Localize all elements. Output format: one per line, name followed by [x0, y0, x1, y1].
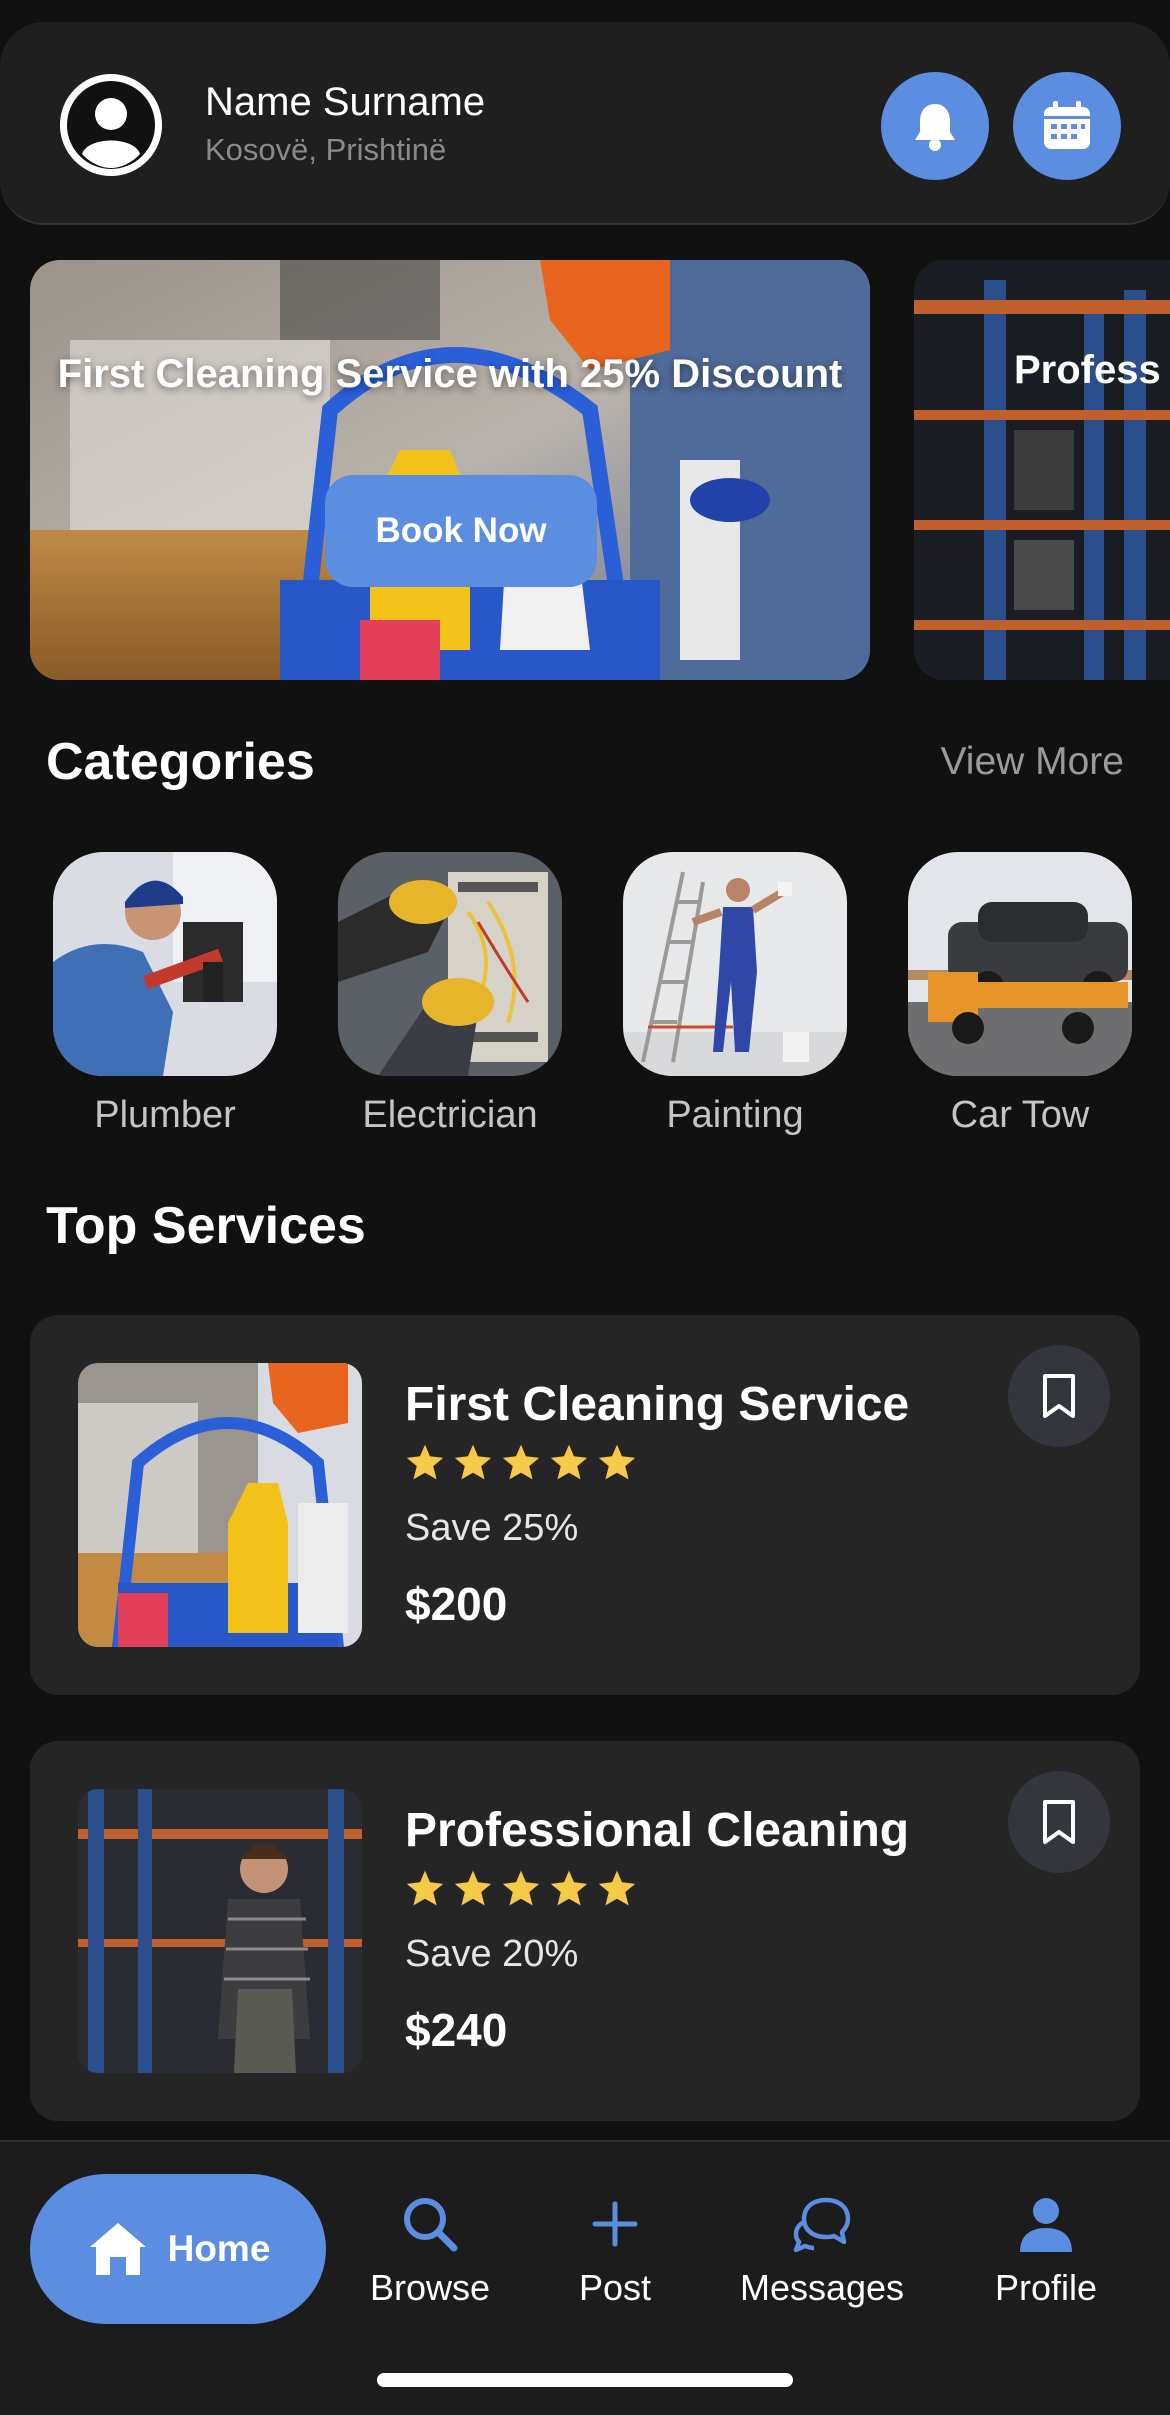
- top-services-title: Top Services: [46, 1197, 366, 1255]
- service-price: $240: [405, 2004, 508, 2056]
- star-icon: [550, 1444, 588, 1480]
- user-name: Name Surname: [205, 80, 486, 124]
- nav-messages-label: Messages: [739, 2267, 905, 2308]
- nav-home[interactable]: Home: [30, 2174, 326, 2324]
- nav-post-label: Post: [578, 2267, 652, 2308]
- category-label: Painting: [666, 1094, 804, 1136]
- user-location: Kosovë, Prishtinë: [205, 132, 447, 167]
- service-cleaning-image: [78, 1363, 362, 1647]
- bookmark-button[interactable]: [1008, 1771, 1110, 1873]
- painting-image: [623, 852, 847, 1076]
- bookmark-icon: [1043, 1374, 1075, 1418]
- service-card[interactable]: Professional Cleaning Save 20% $240: [30, 1741, 1140, 2121]
- home-indicator: [377, 2373, 793, 2387]
- plus-icon: [592, 2201, 638, 2247]
- category-label: Electrician: [362, 1094, 538, 1136]
- banner-title: First Cleaning Service with 25% Discount: [57, 352, 843, 396]
- rating-stars: [405, 1869, 637, 1907]
- category-plumber[interactable]: Plumber: [53, 852, 277, 1137]
- bookmark-button[interactable]: [1008, 1345, 1110, 1447]
- nav-browse-label: Browse: [369, 2267, 491, 2308]
- star-icon: [502, 1870, 540, 1906]
- category-painting[interactable]: Painting: [623, 852, 847, 1137]
- calendar-button[interactable]: [1013, 72, 1121, 180]
- banner-cleaning-image: [30, 260, 870, 680]
- star-icon: [454, 1444, 492, 1480]
- banner-warehouse-image: [914, 260, 1170, 680]
- nav-messages[interactable]: Messages: [732, 2194, 912, 2309]
- service-title: Professional Cleaning: [405, 1804, 910, 1857]
- notification-bell-icon: [915, 104, 955, 151]
- nav-home-label: Home: [167, 2228, 271, 2269]
- electrician-image: [338, 852, 562, 1076]
- star-icon: [406, 1444, 444, 1480]
- star-icon: [550, 1870, 588, 1906]
- star-icon: [406, 1870, 444, 1906]
- book-now-button[interactable]: Book Now: [325, 475, 597, 587]
- category-label: Plumber: [94, 1094, 236, 1136]
- user-icon: [1020, 2198, 1072, 2252]
- app-header: Name Surname Kosovë, Prishtinë: [0, 22, 1170, 225]
- categories-title: Categories: [46, 733, 315, 791]
- car-tow-image: [908, 852, 1132, 1076]
- service-discount: Save 25%: [405, 1507, 579, 1549]
- avatar[interactable]: [60, 74, 162, 176]
- nav-post[interactable]: Post: [560, 2194, 670, 2309]
- service-discount: Save 20%: [405, 1933, 579, 1975]
- view-more-link[interactable]: View More: [940, 740, 1124, 784]
- nav-browse[interactable]: Browse: [364, 2194, 496, 2309]
- nav-profile[interactable]: Profile: [980, 2194, 1112, 2309]
- rating-stars: [405, 1443, 637, 1481]
- category-electrician[interactable]: Electrician: [338, 852, 562, 1137]
- bookmark-icon: [1043, 1800, 1075, 1844]
- star-icon: [598, 1870, 636, 1906]
- star-icon: [454, 1870, 492, 1906]
- service-price: $200: [405, 1578, 508, 1630]
- service-card[interactable]: First Cleaning Service Save 25% $200: [30, 1315, 1140, 1695]
- service-title: First Cleaning Service: [405, 1378, 910, 1431]
- user-avatar-icon: [60, 74, 162, 176]
- banner-title: Profess: [1014, 348, 1161, 392]
- home-icon: [89, 2223, 146, 2275]
- search-icon: [404, 2198, 458, 2252]
- category-label: Car Tow: [950, 1094, 1090, 1136]
- promo-banner-cleaning[interactable]: First Cleaning Service with 25% Discount…: [30, 260, 870, 680]
- notifications-button[interactable]: [881, 72, 989, 180]
- service-professional-image: [78, 1789, 362, 2073]
- plumber-image: [53, 852, 277, 1076]
- star-icon: [598, 1444, 636, 1480]
- category-car-tow[interactable]: Car Tow: [908, 852, 1132, 1137]
- star-icon: [502, 1444, 540, 1480]
- promo-banner-professional[interactable]: Profess: [914, 260, 1170, 680]
- chat-bubbles-icon: [793, 2197, 851, 2253]
- calendar-icon: [1044, 101, 1090, 149]
- nav-profile-label: Profile: [994, 2267, 1098, 2308]
